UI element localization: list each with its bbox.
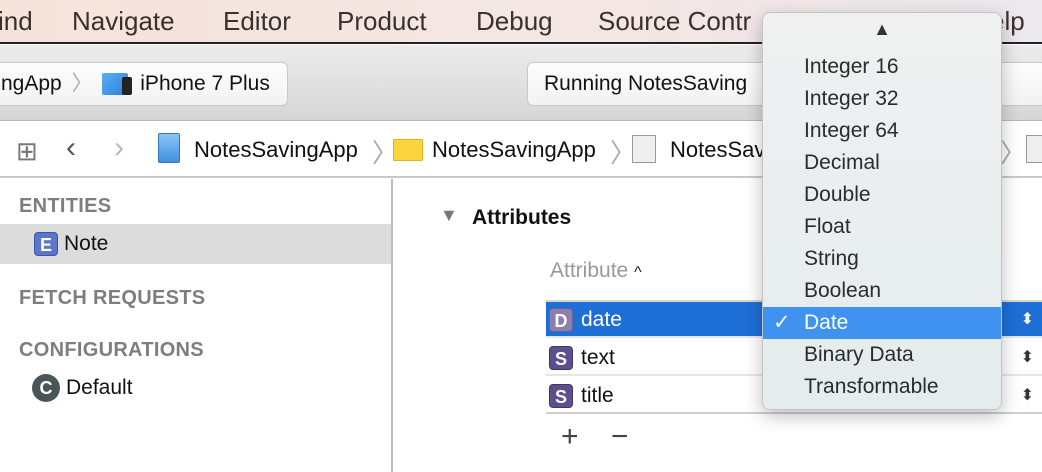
string-type-icon: S — [549, 346, 573, 371]
type-stepper-icon[interactable]: ⬍ — [1021, 302, 1034, 338]
chevron-right-icon: 〉 — [1000, 138, 1027, 168]
menu-product[interactable]: Product — [337, 6, 427, 37]
attribute-column-header[interactable]: Attribute ^ — [550, 259, 642, 283]
menu-option-integer-32[interactable]: Integer 32 — [763, 83, 1001, 115]
attribute-name: text — [581, 346, 615, 369]
folder-icon — [393, 139, 423, 161]
menu-option-string[interactable]: String — [763, 243, 1001, 275]
menu-option-label: Decimal — [804, 151, 880, 174]
date-type-icon: D — [549, 308, 573, 333]
scheme-selector[interactable]: ngApp 〉 iPhone 7 Plus — [0, 62, 288, 106]
entity-label: Note — [64, 232, 109, 255]
menu-option-transformable[interactable]: Transformable — [763, 371, 1001, 403]
menu-source-control[interactable]: Source Contr — [598, 6, 751, 37]
menu-find[interactable]: ind — [0, 6, 33, 37]
entity-model-icon — [1026, 135, 1042, 163]
attribute-name: title — [581, 384, 614, 407]
attributes-section-title: Attributes — [472, 206, 572, 229]
menu-option-label: Transformable — [804, 375, 939, 398]
breadcrumb-folder[interactable]: NotesSavingApp — [432, 137, 596, 163]
entity-icon: E — [34, 232, 58, 257]
forward-button[interactable]: › — [114, 131, 124, 165]
menu-option-label: Double — [804, 183, 871, 206]
breadcrumb-model[interactable]: NotesSav — [670, 137, 765, 163]
model-outline-sidebar: ENTITIES E Note FETCH REQUESTS CONFIGURAT… — [0, 179, 393, 472]
scroll-up-arrow-icon[interactable]: ▲ — [763, 19, 1001, 40]
menu-option-integer-64[interactable]: Integer 64 — [763, 115, 1001, 147]
menu-option-integer-16[interactable]: Integer 16 — [763, 51, 1001, 83]
device-name: iPhone 7 Plus — [140, 72, 270, 95]
menu-option-label: Float — [804, 215, 851, 238]
type-stepper-icon[interactable]: ⬍ — [1021, 378, 1034, 414]
menu-option-boolean[interactable]: Boolean — [763, 275, 1001, 307]
checkmark-icon: ✓ — [773, 311, 791, 334]
entity-note[interactable]: E Note — [0, 224, 391, 264]
menu-option-label: Date — [804, 311, 849, 334]
remove-attribute-button[interactable]: − — [611, 420, 629, 454]
back-button[interactable]: ‹ — [66, 131, 76, 165]
configuration-label: Default — [66, 376, 133, 399]
string-type-icon: S — [549, 384, 573, 409]
menu-option-decimal[interactable]: Decimal — [763, 147, 1001, 179]
project-icon — [158, 133, 180, 163]
menu-option-label: Integer 16 — [804, 55, 899, 78]
scheme-name: ngApp — [1, 72, 62, 95]
menu-option-double[interactable]: Double — [763, 179, 1001, 211]
disclosure-triangle-icon[interactable]: ▼ — [440, 205, 458, 226]
attribute-type-menu: ▲ Integer 16 Integer 32 Integer 64 Decimal D… — [762, 12, 1002, 410]
sort-ascending-icon: ^ — [634, 264, 642, 281]
device-icon — [102, 73, 133, 96]
related-items-icon[interactable]: ⊞ — [16, 136, 38, 167]
status-text: Running NotesSaving — [544, 72, 748, 95]
menu-option-label: Integer 32 — [804, 87, 899, 110]
breadcrumb-project[interactable]: NotesSavingApp — [194, 137, 358, 163]
menu-option-binary-data[interactable]: Binary Data — [763, 339, 1001, 371]
entities-header: ENTITIES — [19, 195, 112, 217]
column-header-label: Attribute — [550, 259, 629, 282]
data-model-icon — [632, 135, 656, 163]
menu-debug[interactable]: Debug — [476, 6, 553, 37]
add-attribute-button[interactable]: + — [561, 420, 579, 454]
menu-editor[interactable]: Editor — [223, 6, 291, 37]
fetch-requests-header: FETCH REQUESTS — [19, 287, 206, 309]
type-stepper-icon[interactable]: ⬍ — [1021, 340, 1034, 376]
configuration-icon: C — [32, 374, 60, 403]
menu-option-label: Boolean — [804, 279, 882, 302]
attribute-name: date — [581, 308, 622, 331]
menu-option-label: Binary Data — [804, 343, 914, 366]
menu-navigate[interactable]: Navigate — [72, 6, 175, 37]
menu-option-label: Integer 64 — [804, 119, 899, 142]
configurations-header: CONFIGURATIONS — [19, 339, 204, 361]
chevron-right-icon: 〉 — [71, 72, 93, 95]
configuration-default[interactable]: C Default — [0, 368, 391, 408]
menu-option-label: String — [804, 247, 859, 270]
menu-option-date[interactable]: ✓ Date — [763, 307, 1001, 339]
menu-option-float[interactable]: Float — [763, 211, 1001, 243]
